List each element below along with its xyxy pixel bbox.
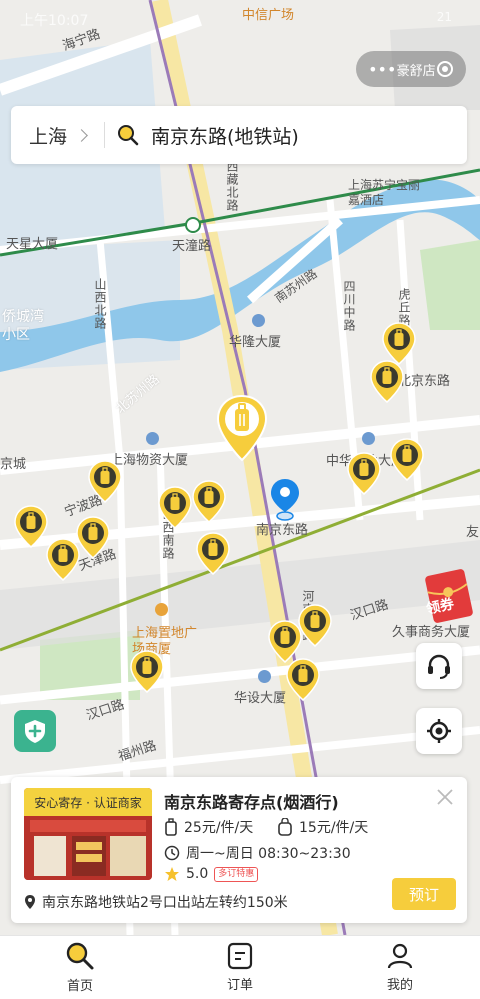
storage-point-pin[interactable] [298,604,332,648]
map-label-tiantong-rd: 天潼路 [172,239,212,254]
luggage-icon [165,818,177,836]
storage-point-pin[interactable] [286,658,320,702]
map-label-qiaocheng: 侨城湾小区 [2,309,44,343]
tab-home-label: 首页 [66,979,93,994]
storage-point-pin[interactable] [370,360,404,404]
crosshair-icon [427,719,451,743]
storage-point-pin[interactable] [390,438,424,482]
price-bag-row: 15元/件/天 [277,817,368,837]
battery-indicator: 21 [436,10,452,24]
map-label-jingcheng: 京城 [0,457,27,472]
map-label-hualong: 华隆大厦 [229,335,282,350]
map-label-zhongxin: 中信广场 [242,8,295,23]
top-menu-pill[interactable]: ••• 豪舒店 [356,51,466,87]
map-label-xizang-n: 西藏北路 [225,160,239,212]
storage-point-pin[interactable] [158,486,192,530]
shop-address: 南京东路地铁站2号口出站左转约150米 [42,895,288,911]
storage-point-pin[interactable] [347,452,381,496]
tab-home[interactable]: 首页 [0,936,160,999]
more-dots-icon[interactable]: ••• [368,60,396,79]
shop-title: 南京东路寄存点(烟酒行) [164,793,339,812]
shopping-icon [155,603,168,616]
address-row: 南京东路地铁站2号口出站左转约150米 [24,892,288,912]
tab-orders-label: 订单 [226,978,253,993]
location-icon [25,895,35,909]
search-icon[interactable] [117,124,139,146]
map-label-nanjing-e: 南京东路 [256,523,309,538]
clock-icon [164,845,180,861]
tab-profile-label: 我的 [386,978,413,993]
star-icon [165,867,179,881]
map-view[interactable]: 上午10:07 21 海宁路 中信广场 西藏北路 上海苏宁宝丽嘉酒店 天星大厦 … [0,0,480,935]
map-label-tianxing: 天星大厦 [6,237,59,252]
bottom-tab-bar: 首页 订单 我的 [0,935,480,999]
storage-point-pin[interactable] [192,480,226,524]
building-icon [252,314,265,327]
shop-photo-image [24,816,152,880]
safety-shield-button[interactable] [14,710,56,752]
user-icon [387,943,413,969]
locate-me-button[interactable] [416,708,462,754]
map-label-you: 友 [466,525,480,540]
status-time: 上午10:07 [20,13,89,29]
building-icon [258,670,271,683]
search-home-icon [66,942,94,970]
book-button[interactable]: 预订 [392,878,456,910]
price-bag: 15元/件/天 [299,820,369,836]
storage-point-pin[interactable] [14,505,48,549]
orders-icon [227,942,253,970]
storage-point-pin[interactable] [76,516,110,560]
map-label-suning: 上海苏宁宝丽嘉酒店 [348,178,421,207]
shop-photo: 安心寄存 · 认证商家 [24,788,152,880]
map-label-shanxi-n: 山西北路 [93,278,107,330]
map-label-beijing-e: 北京东路 [398,374,451,389]
close-icon[interactable] [435,787,455,807]
price-luggage-row: 25元/件/天 [164,817,253,837]
map-label-jiushi: 久事商务大厦 [392,625,471,640]
building-icon [146,432,159,445]
shop-card[interactable]: 安心寄存 · 认证商家 南京东路寄存点(烟酒行) 25元/件/天 15元/件/天 [11,777,467,923]
close-circle-icon[interactable] [436,60,454,78]
storage-point-pin[interactable] [196,532,230,576]
chevron-right-icon[interactable] [75,128,88,142]
map-label-huashe: 华设大厦 [234,691,287,706]
opening-hours: 周一~周日 08:30~23:30 [186,846,351,862]
storage-point-pin[interactable] [46,538,80,582]
building-icon [362,432,375,445]
tab-orders[interactable]: 订单 [160,936,320,999]
search-input[interactable]: 南京东路(地铁站) [151,122,299,149]
tab-profile[interactable]: 我的 [320,936,480,999]
rating-row: 5.0 多订特惠 [164,866,259,882]
discount-badge: 多订特惠 [214,866,259,882]
current-location-pin [271,479,299,521]
city-selector[interactable]: 上海 [29,122,67,149]
customer-service-button[interactable] [416,643,462,689]
hours-row: 周一~周日 08:30~23:30 [164,843,351,863]
storage-point-pin[interactable] [130,650,164,694]
selected-storage-pin[interactable] [216,394,268,462]
search-bar[interactable]: 上海 南京东路(地铁站) [11,106,467,164]
map-label-sichuan-mid: 四川中路 [342,280,356,332]
backpack-icon [278,818,292,836]
storage-point-pin[interactable] [88,460,122,504]
divider [104,122,106,148]
price-luggage: 25元/件/天 [184,820,254,836]
headset-icon [428,654,450,679]
shield-plus-icon [25,720,45,743]
partial-label: 豪舒店 [396,63,436,79]
rating-value: 5.0 [186,866,209,882]
verified-tag: 安心寄存 · 认证商家 [24,788,152,816]
